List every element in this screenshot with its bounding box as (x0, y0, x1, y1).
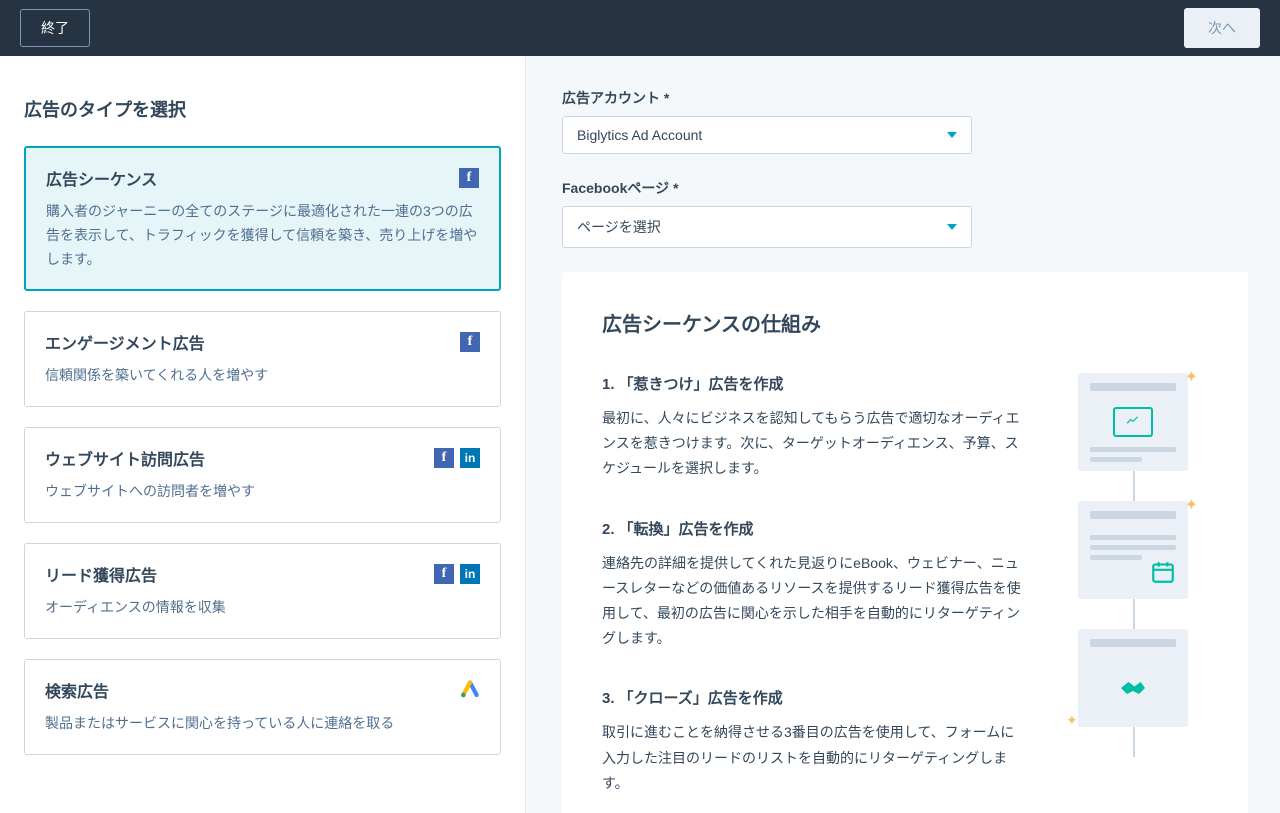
steps-illustration: ✦ ✦ ✦ (1058, 373, 1208, 813)
linkedin-icon: in (460, 448, 480, 468)
explain-title: 広告シーケンスの仕組み (602, 308, 1208, 337)
fb-page-select[interactable]: ページを選択 (562, 206, 972, 248)
card-desc: 信頼関係を築いてくれる人を増やす (45, 364, 480, 388)
ad-type-website[interactable]: ウェブサイト訪問広告 fin ウェブサイトへの訪問者を増やす (24, 427, 501, 523)
explanation-card: 広告シーケンスの仕組み 1.「惹きつけ」広告を作成 最初に、人々にビジネスを認知… (562, 272, 1248, 813)
step-title: 「転換」広告を作成 (619, 521, 754, 538)
card-title: ウェブサイト訪問広告 (45, 446, 205, 470)
ad-type-lead[interactable]: リード獲得広告 fin オーディエンスの情報を収集 (24, 543, 501, 639)
chevron-down-icon (947, 224, 957, 230)
card-title: 検索広告 (45, 678, 109, 702)
sparkle-icon: ✦ (1066, 712, 1078, 729)
facebook-icon: f (460, 332, 480, 352)
step-num: 3. (602, 690, 615, 707)
right-panel: 広告アカウント * Biglytics Ad Account Facebookペ… (525, 56, 1280, 813)
card-title: リード獲得広告 (45, 562, 157, 586)
illustration-convert: ✦ (1078, 501, 1188, 599)
step-desc: 最初に、人々にビジネスを認知してもらう広告で適切なオーディエンスを惹きつけます。… (602, 406, 1022, 482)
ad-account-select[interactable]: Biglytics Ad Account (562, 116, 972, 154)
illustration-attract: ✦ (1078, 373, 1188, 471)
google-ads-icon (460, 680, 480, 700)
handshake-icon (1115, 670, 1151, 706)
sparkle-icon: ✦ (1185, 367, 1198, 387)
ad-account-label: 広告アカウント * (562, 88, 1248, 108)
select-value: Biglytics Ad Account (577, 127, 702, 143)
fb-page-label: Facebookページ * (562, 178, 1248, 198)
step-desc: 取引に進むことを納得させる3番目の広告を使用して、フォームに入力した注目のリード… (602, 720, 1022, 796)
illustration-close: ✦ (1078, 629, 1188, 727)
step-1: 1.「惹きつけ」広告を作成 最初に、人々にビジネスを認知してもらう広告で適切なオ… (602, 373, 1022, 482)
linkedin-icon: in (460, 564, 480, 584)
card-desc: オーディエンスの情報を収集 (45, 596, 480, 620)
select-value: ページを選択 (577, 217, 661, 237)
calendar-icon (1150, 559, 1176, 585)
left-panel: 広告のタイプを選択 広告シーケンス f 購入者のジャーニーの全てのステージに最適… (0, 56, 525, 813)
facebook-icon: f (434, 448, 454, 468)
facebook-icon: f (434, 564, 454, 584)
steps-text: 1.「惹きつけ」広告を作成 最初に、人々にビジネスを認知してもらう広告で適切なオ… (602, 373, 1022, 813)
card-desc: 製品またはサービスに関心を持っている人に連絡を取る (45, 712, 480, 736)
card-title: エンゲージメント広告 (45, 330, 205, 354)
topbar: 終了 次へ (0, 0, 1280, 56)
ad-type-sequence[interactable]: 広告シーケンス f 購入者のジャーニーの全てのステージに最適化された一連の3つの… (24, 146, 501, 291)
section-title: 広告のタイプを選択 (24, 96, 501, 122)
step-num: 1. (602, 376, 615, 393)
exit-button[interactable]: 終了 (20, 9, 90, 47)
card-desc: ウェブサイトへの訪問者を増やす (45, 480, 480, 504)
step-title: 「クローズ」広告を作成 (619, 690, 783, 707)
card-title: 広告シーケンス (46, 166, 157, 190)
step-3: 3.「クローズ」広告を作成 取引に進むことを納得させる3番目の広告を使用して、フ… (602, 687, 1022, 796)
chevron-down-icon (947, 132, 957, 138)
ad-type-engagement[interactable]: エンゲージメント広告 f 信頼関係を築いてくれる人を増やす (24, 311, 501, 407)
step-desc: 連絡先の詳細を提供してくれた見返りにeBook、ウェビナー、ニュースレターなどの… (602, 551, 1022, 652)
sparkle-icon: ✦ (1185, 495, 1198, 515)
main-layout: 広告のタイプを選択 広告シーケンス f 購入者のジャーニーの全てのステージに最適… (0, 56, 1280, 813)
step-title: 「惹きつけ」広告を作成 (619, 376, 784, 393)
card-desc: 購入者のジャーニーの全てのステージに最適化された一連の3つの広告を表示して、トラ… (46, 200, 479, 271)
ad-type-search[interactable]: 検索広告 製品またはサービスに関心を持っている人に連絡を取る (24, 659, 501, 755)
facebook-icon: f (459, 168, 479, 188)
next-button[interactable]: 次へ (1184, 8, 1260, 48)
step-2: 2.「転換」広告を作成 連絡先の詳細を提供してくれた見返りにeBook、ウェビナ… (602, 518, 1022, 652)
step-num: 2. (602, 521, 615, 538)
